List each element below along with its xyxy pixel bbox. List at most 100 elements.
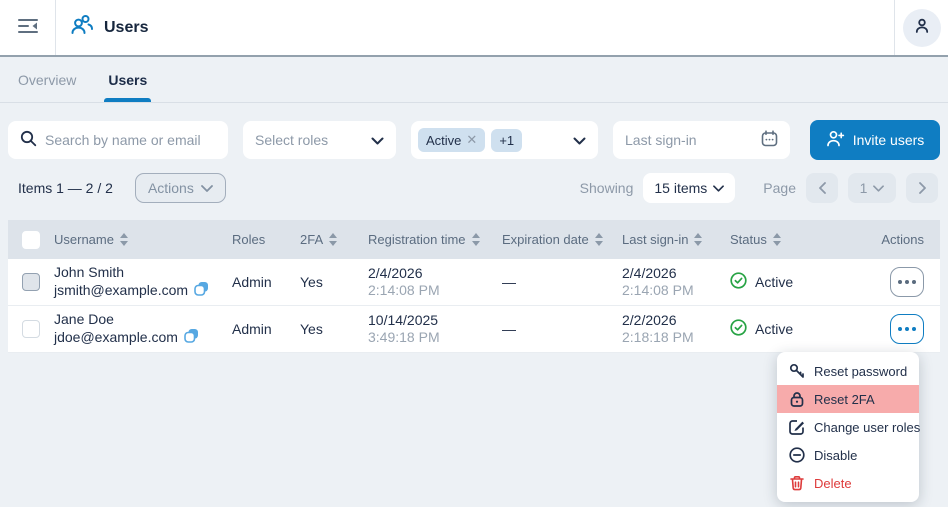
showing-label: Showing: [580, 180, 634, 196]
table-header-row: Username Roles 2FA Registration time Exp…: [8, 220, 940, 259]
page-label: Page: [763, 180, 796, 196]
chevron-down-icon: [713, 185, 724, 192]
user-email: jdoe@example.com: [54, 329, 178, 346]
chevron-down-icon: [371, 132, 384, 148]
column-label: Actions: [881, 232, 924, 247]
topbar-spacer: [148, 0, 894, 55]
status-cell: Active: [730, 272, 860, 292]
last-signin-time: 2:14:08 PM: [622, 282, 730, 299]
status-cell: Active: [730, 319, 860, 339]
copy-email-icon[interactable]: [184, 328, 199, 347]
username-cell: John Smith jsmith@example.com: [54, 264, 232, 300]
status-label: Active: [755, 274, 793, 290]
status-label: Active: [755, 321, 793, 337]
status-active-icon: [730, 272, 747, 292]
row-actions-menu: Reset password Reset 2FA Change user rol…: [777, 352, 919, 502]
row-actions-button-open[interactable]: [890, 314, 924, 344]
sidebar-collapse-button[interactable]: [0, 0, 56, 55]
roles-cell: Admin: [232, 321, 300, 337]
column-header-expiration-date[interactable]: Expiration date: [502, 232, 622, 247]
sidebar-collapse-icon: [17, 16, 39, 39]
column-header-username[interactable]: Username: [54, 232, 232, 247]
column-label: Expiration date: [502, 232, 589, 247]
search-icon: [20, 130, 37, 150]
chevron-down-icon: [873, 185, 884, 192]
tab-users[interactable]: Users: [108, 57, 147, 102]
menu-item-reset-2fa[interactable]: Reset 2FA: [777, 385, 919, 413]
column-header-2fa[interactable]: 2FA: [300, 232, 368, 247]
roles-select-placeholder: Select roles: [255, 132, 328, 148]
menu-item-label: Change user roles: [814, 420, 920, 435]
registration-cell: 2/4/2026 2:14:08 PM: [368, 265, 502, 299]
twofa-cell: Yes: [300, 274, 368, 290]
person-icon: [913, 17, 931, 38]
column-label: Roles: [232, 232, 265, 247]
column-label: 2FA: [300, 232, 323, 247]
pagination: Showing 15 items Page 1: [580, 173, 938, 203]
top-bar: Users: [0, 0, 948, 57]
expiration-cell: —: [502, 274, 622, 290]
last-signin-date-filter[interactable]: Last sign-in: [613, 121, 790, 159]
status-filter-select[interactable]: Active ✕ +1: [411, 121, 598, 159]
page-title-group: Users: [56, 0, 148, 55]
user-email: jsmith@example.com: [54, 282, 188, 299]
sort-icon: [595, 233, 603, 246]
bulk-actions-button[interactable]: Actions: [135, 173, 226, 203]
select-all-checkbox[interactable]: [22, 231, 40, 249]
last-signin-time: 2:18:18 PM: [622, 329, 730, 346]
actions-cell: [860, 267, 940, 297]
registration-time: 3:49:18 PM: [368, 329, 502, 346]
column-label: Last sign-in: [622, 232, 688, 247]
remove-chip-icon[interactable]: ✕: [466, 132, 477, 148]
page-size-select[interactable]: 15 items: [643, 173, 735, 203]
list-toolbar: Items 1 — 2 / 2 Actions Showing 15 items…: [0, 173, 948, 203]
page-number-value: 1: [860, 180, 868, 196]
menu-item-change-user-roles[interactable]: Change user roles: [777, 413, 919, 441]
ellipsis-icon: [898, 280, 902, 284]
search-input[interactable]: [45, 132, 216, 148]
users-admin-page: Users Overview Users: [0, 0, 948, 507]
sort-icon: [329, 233, 337, 246]
row-actions-button[interactable]: [890, 267, 924, 297]
registration-date: 10/14/2025: [368, 312, 502, 329]
roles-select[interactable]: Select roles: [243, 121, 396, 159]
last-signin-cell: 2/2/2026 2:18:18 PM: [622, 312, 730, 346]
twofa-cell: Yes: [300, 321, 368, 337]
next-page-button[interactable]: [906, 173, 938, 203]
last-signin-date: 2/2/2026: [622, 312, 730, 329]
ellipsis-icon: [898, 327, 902, 331]
account-avatar-button[interactable]: [903, 9, 941, 47]
column-header-last-signin[interactable]: Last sign-in: [622, 232, 730, 247]
user-name: Jane Doe: [54, 311, 232, 328]
expiration-cell: —: [502, 321, 622, 337]
disable-icon: [789, 447, 805, 463]
registration-cell: 10/14/2025 3:49:18 PM: [368, 312, 502, 346]
menu-item-label: Reset 2FA: [814, 392, 875, 407]
row-checkbox[interactable]: [22, 273, 40, 291]
menu-item-reset-password[interactable]: Reset password: [777, 357, 919, 385]
menu-item-disable[interactable]: Disable: [777, 441, 919, 469]
tab-bar: Overview Users: [0, 57, 948, 103]
invite-users-button[interactable]: Invite users: [810, 120, 940, 160]
sort-icon: [694, 233, 702, 246]
status-chip-label: Active: [426, 133, 461, 148]
row-checkbox[interactable]: [22, 320, 40, 338]
sort-icon: [773, 233, 781, 246]
menu-item-label: Delete: [814, 476, 852, 491]
lock-icon: [789, 391, 805, 407]
page-number-select[interactable]: 1: [848, 173, 896, 203]
previous-page-button[interactable]: [806, 173, 838, 203]
search-field[interactable]: [8, 121, 228, 159]
roles-cell: Admin: [232, 274, 300, 290]
column-header-status[interactable]: Status: [730, 232, 860, 247]
user-name: John Smith: [54, 264, 232, 281]
table-row: John Smith jsmith@example.com Admin Yes …: [8, 259, 940, 306]
last-signin-cell: 2/4/2026 2:14:08 PM: [622, 265, 730, 299]
table-row: Jane Doe jdoe@example.com Admin Yes 10/1…: [8, 306, 940, 353]
status-chip-active: Active ✕: [418, 128, 485, 152]
copy-email-icon[interactable]: [194, 281, 209, 300]
calendar-icon: [761, 130, 778, 150]
column-header-registration-time[interactable]: Registration time: [368, 232, 502, 247]
menu-item-delete[interactable]: Delete: [777, 469, 919, 497]
tab-overview[interactable]: Overview: [18, 57, 76, 102]
